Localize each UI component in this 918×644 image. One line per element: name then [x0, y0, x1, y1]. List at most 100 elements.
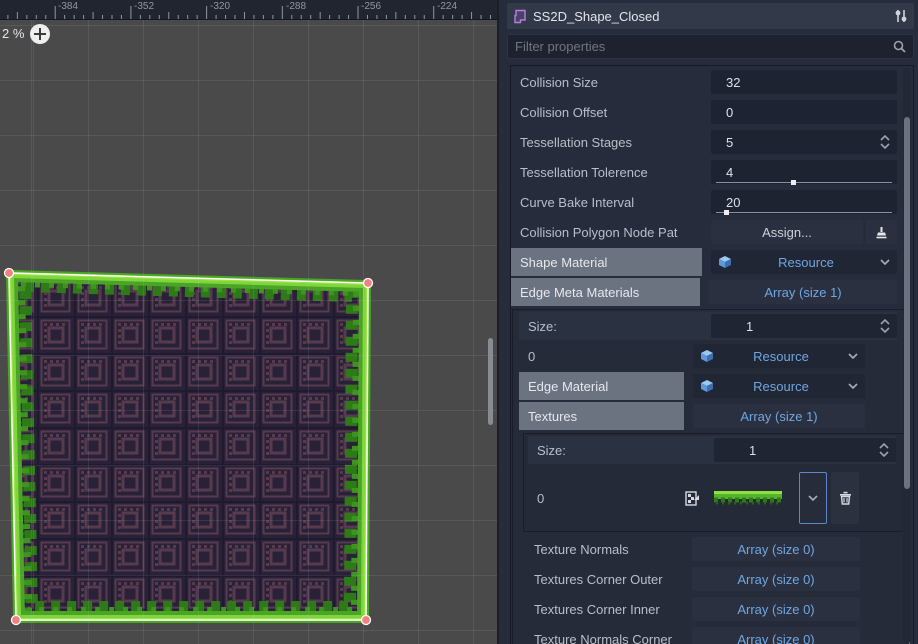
texture-options-dropdown-button[interactable]	[799, 472, 827, 524]
slider-grabber[interactable]	[724, 210, 729, 215]
property-list: Collision Size 32 Collision Offset 0 Tes…	[510, 65, 914, 644]
chevron-down-icon	[808, 495, 818, 501]
property-row-tessellation-stages: Tessellation Stages 5	[511, 127, 897, 157]
collision-offset-input[interactable]: 0	[711, 100, 897, 124]
property-label: Texture Normals	[528, 542, 692, 557]
property-row-texture-normals: Texture Normals Array (size 0)	[519, 534, 897, 564]
spinbox-updown-icon[interactable]	[879, 443, 889, 457]
array-size-value: 1	[746, 319, 753, 334]
property-label: Edge Material	[519, 372, 684, 400]
slider-grabber[interactable]	[791, 180, 796, 185]
filter-properties-input[interactable]: Filter properties	[507, 34, 914, 59]
resource-value: Resource	[714, 349, 848, 364]
slider-track	[716, 212, 892, 213]
array-size-row: Size: 1	[528, 436, 896, 464]
array-size-row: Size: 1	[519, 312, 897, 340]
array-size-label: Size:	[528, 319, 711, 334]
textures-corner-inner-array-button[interactable]: Array (size 0)	[692, 597, 860, 621]
array-size-label: Size:	[537, 443, 714, 458]
inspector-scrollbar-thumb[interactable]	[904, 117, 910, 489]
array-size-spinbox[interactable]: 1	[714, 438, 896, 462]
texture-element-0-row: 0	[528, 465, 896, 531]
shape-fill[interactable]	[9, 273, 368, 620]
edge-meta-materials-array-button[interactable]: Array (size 1)	[709, 280, 897, 304]
texture-preview-thumbnail[interactable]	[714, 491, 782, 505]
edge-material-resource-dropdown[interactable]: Resource	[693, 374, 865, 398]
resource-cube-icon	[718, 255, 732, 269]
collision-size-value: 32	[726, 75, 740, 90]
viewport-vertical-scrollbar[interactable]	[488, 338, 493, 425]
property-row-edge-material: Edge Material Resource	[519, 371, 897, 401]
property-row-edge-meta-materials: Edge Meta Materials Array (size 1)	[511, 277, 897, 307]
spinbox-updown-icon[interactable]	[880, 135, 890, 149]
ss2d-node-icon	[513, 9, 528, 24]
property-row-textures-corner-outer: Textures Corner Outer Array (size 0)	[519, 564, 897, 594]
resource-value: Resource	[732, 255, 880, 270]
resource-cube-icon	[700, 349, 714, 363]
collision-size-input[interactable]: 32	[711, 70, 897, 94]
spinbox-updown-icon[interactable]	[880, 319, 890, 333]
array-size-spinbox[interactable]: 1	[711, 314, 897, 338]
curve-bake-interval-slider[interactable]: 20	[711, 190, 897, 214]
element-0-resource-dropdown[interactable]: Resource	[693, 344, 865, 368]
chevron-down-icon	[880, 259, 890, 265]
chevron-down-icon	[848, 353, 858, 359]
edit-texture-icon[interactable]	[685, 491, 700, 506]
zoom-in-button[interactable]	[30, 24, 50, 44]
search-icon	[893, 40, 906, 53]
property-row-curve-bake-interval: Curve Bake Interval 20	[511, 187, 897, 217]
filter-placeholder: Filter properties	[515, 39, 893, 54]
assign-node-path-button[interactable]: Assign...	[711, 220, 863, 244]
tessellation-tolerence-slider[interactable]: 4	[711, 160, 897, 184]
property-label: Tessellation Stages	[520, 135, 711, 150]
texture-normals-corner-array-button[interactable]: Array (size 0)	[692, 627, 860, 644]
ruler-tick-label: -352	[134, 1, 154, 12]
shape-point-handle[interactable]	[12, 616, 21, 625]
textures-corner-outer-array-button[interactable]: Array (size 0)	[692, 567, 860, 591]
property-label: Shape Material	[511, 248, 702, 276]
node-picker-button[interactable]	[866, 220, 897, 244]
property-label: Collision Size	[520, 75, 711, 90]
array-element-index: 0	[537, 491, 685, 506]
array-size-value: 1	[749, 443, 756, 458]
inspector-tools-icon[interactable]	[894, 9, 908, 23]
slider-track	[716, 182, 892, 183]
property-row-texture-normals-corner: Texture Normals Corner Array (size 0)	[519, 624, 897, 644]
curve-bake-interval-value: 20	[726, 195, 740, 210]
inspected-object-title: SS2D_Shape_Closed	[533, 9, 894, 24]
shape-point-handle[interactable]	[362, 616, 371, 625]
collision-offset-value: 0	[726, 105, 733, 120]
property-row-tessellation-tolerence: Tessellation Tolerence 4	[511, 157, 897, 187]
array-element-0-row: 0 Resource	[519, 341, 897, 371]
shape-point-handle[interactable]	[5, 269, 14, 278]
property-row-collision-size: Collision Size 32	[511, 67, 897, 97]
shape-point-handle[interactable]	[364, 279, 373, 288]
shape-material-resource-dropdown[interactable]: Resource	[711, 250, 897, 274]
canvas-viewport[interactable]: -384 -352 -320 -288 -256 -224 2 %	[0, 0, 497, 644]
ruler-tick-label: -224	[437, 1, 457, 12]
textures-array-panel: Size: 1 0	[523, 433, 905, 532]
property-row-textures-corner-inner: Textures Corner Inner Array (size 0)	[519, 594, 897, 624]
tessellation-stages-spinbox[interactable]: 5	[711, 130, 897, 154]
property-label: Collision Polygon Node Pat	[520, 225, 711, 240]
ruler-tick-label: -288	[286, 1, 306, 12]
ruler-tick-label: -256	[361, 1, 381, 12]
texture-normals-array-button[interactable]: Array (size 0)	[692, 537, 860, 561]
node-picker-icon	[875, 226, 888, 239]
property-row-collision-polygon-node-path: Collision Polygon Node Pat Assign...	[511, 217, 897, 247]
ruler-tick-label: -384	[58, 1, 78, 12]
inspector-panel: SS2D_Shape_Closed Filter properties Coll…	[497, 0, 918, 644]
tessellation-tolerence-value: 4	[726, 165, 733, 180]
array-element-index: 0	[528, 349, 693, 364]
zoom-percentage[interactable]: 2 %	[2, 26, 24, 41]
property-label: Texture Normals Corner	[528, 632, 692, 644]
tessellation-stages-value: 5	[726, 135, 733, 150]
inspector-header: SS2D_Shape_Closed	[507, 3, 914, 29]
delete-texture-button[interactable]	[831, 472, 859, 524]
property-label: Edge Meta Materials	[511, 278, 700, 306]
property-row-collision-offset: Collision Offset 0	[511, 97, 897, 127]
textures-array-button[interactable]: Array (size 1)	[693, 404, 865, 428]
ss2d-shape-canvas[interactable]	[0, 20, 497, 644]
resource-cube-icon	[700, 379, 714, 393]
chevron-down-icon	[848, 383, 858, 389]
